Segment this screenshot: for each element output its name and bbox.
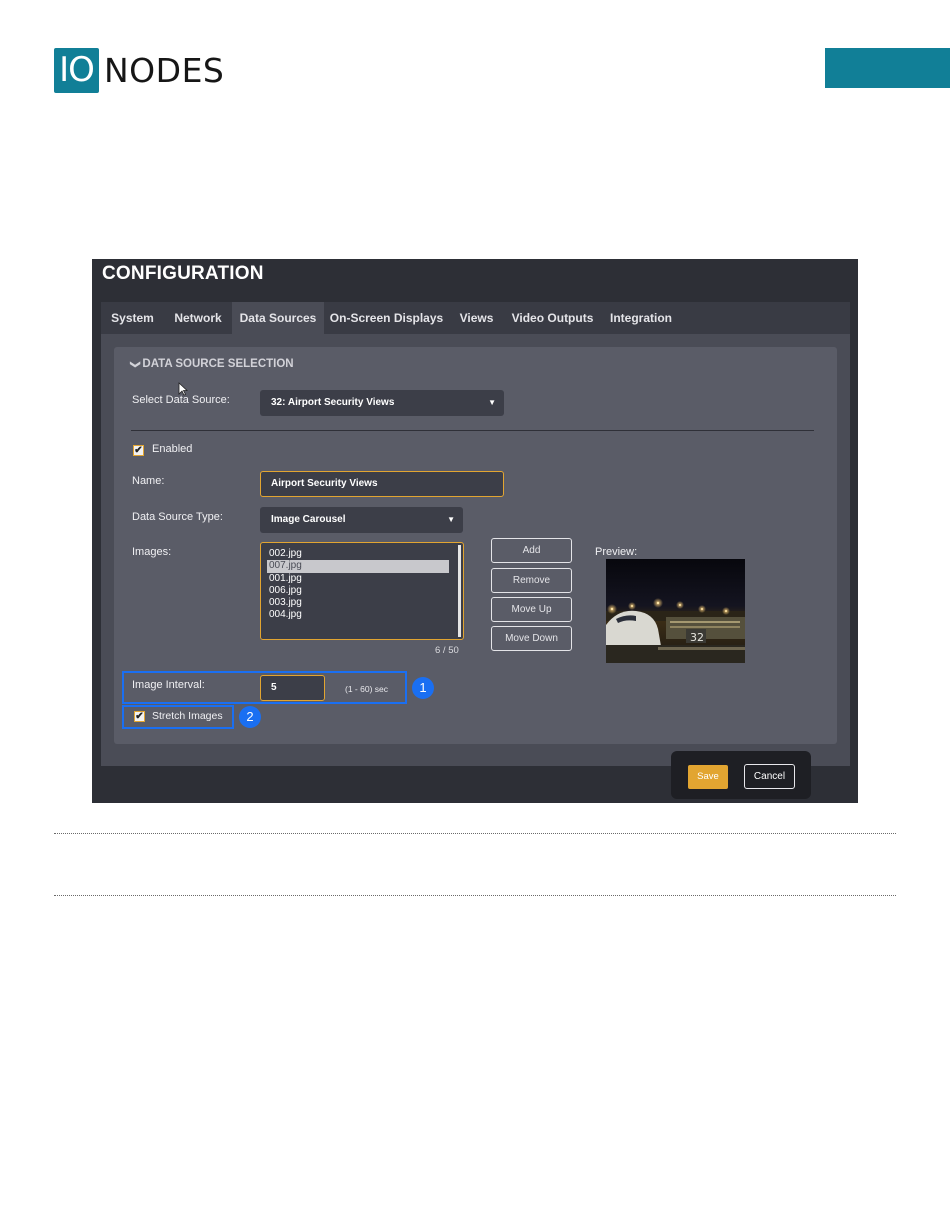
preview-label: Preview:	[595, 546, 638, 558]
tab-views[interactable]: Views	[449, 302, 504, 334]
data-source-type-value: Image Carousel	[271, 514, 346, 525]
logo-wordmark: NODES	[104, 51, 225, 90]
images-label: Images:	[132, 546, 172, 558]
header-accent-bar	[825, 48, 950, 88]
dotted-divider-top	[54, 833, 896, 834]
interval-label: Image Interval:	[132, 679, 205, 691]
page-title: CONFIGURATION	[102, 263, 264, 284]
section-title: DATA SOURCE SELECTION	[142, 358, 294, 370]
preview-image: 32	[606, 559, 745, 663]
interval-field[interactable]: 5	[260, 675, 325, 701]
list-item[interactable]: 004.jpg	[267, 609, 449, 621]
tab-system[interactable]: System	[101, 302, 164, 334]
data-source-select-value: 32: Airport Security Views	[271, 397, 395, 408]
svg-text:32: 32	[690, 631, 704, 644]
listbox-scrollbar[interactable]	[458, 545, 461, 637]
move-up-button[interactable]: Move Up	[491, 597, 572, 622]
list-item[interactable]: 003.jpg	[267, 597, 449, 609]
callout-badge-1: 1	[412, 677, 434, 699]
stretch-images-checkbox[interactable]: ✔	[134, 711, 145, 722]
name-label: Name:	[132, 475, 165, 487]
image-list: 002.jpg 007.jpg 001.jpg 006.jpg 003.jpg …	[267, 548, 449, 622]
name-field[interactable]: Airport Security Views	[260, 471, 504, 497]
mouse-pointer-icon	[178, 382, 188, 396]
chevron-down-icon: ❯	[129, 360, 141, 369]
logo-io-mark: IO	[54, 48, 99, 93]
type-label: Data Source Type:	[132, 511, 223, 523]
caret-down-icon: ▼	[447, 515, 455, 524]
divider	[131, 430, 814, 431]
data-source-type-select[interactable]: Image Carousel ▼	[260, 507, 463, 533]
list-item[interactable]: 006.jpg	[267, 585, 449, 597]
dotted-divider-bottom	[54, 895, 896, 896]
move-down-button[interactable]: Move Down	[491, 626, 572, 651]
tab-integration[interactable]: Integration	[601, 302, 681, 334]
list-item-selected[interactable]: 007.jpg	[267, 560, 449, 573]
data-source-select[interactable]: 32: Airport Security Views ▼	[260, 390, 504, 416]
enabled-checkbox[interactable]: ✔	[133, 445, 144, 456]
callout-badge-2: 2	[239, 706, 261, 728]
list-item[interactable]: 002.jpg	[267, 548, 449, 560]
caret-down-icon: ▼	[488, 398, 496, 407]
tab-video-outputs[interactable]: Video Outputs	[504, 302, 601, 334]
section-header[interactable]: ❯ DATA SOURCE SELECTION	[129, 358, 294, 370]
images-listbox[interactable]: 002.jpg 007.jpg 001.jpg 006.jpg 003.jpg …	[260, 542, 464, 640]
add-image-button[interactable]: Add	[491, 538, 572, 563]
tab-on-screen-displays[interactable]: On-Screen Displays	[324, 302, 449, 334]
list-item[interactable]: 001.jpg	[267, 573, 449, 585]
save-button[interactable]: Save	[688, 765, 728, 789]
tab-data-sources[interactable]: Data Sources	[232, 302, 324, 334]
cancel-button[interactable]: Cancel	[744, 764, 795, 789]
remove-image-button[interactable]: Remove	[491, 568, 572, 593]
tab-network[interactable]: Network	[164, 302, 232, 334]
enabled-label: Enabled	[152, 443, 193, 455]
stretch-images-label: Stretch Images	[152, 710, 223, 722]
image-count: 6 / 50	[435, 645, 459, 656]
interval-hint: (1 - 60) sec	[345, 684, 388, 694]
